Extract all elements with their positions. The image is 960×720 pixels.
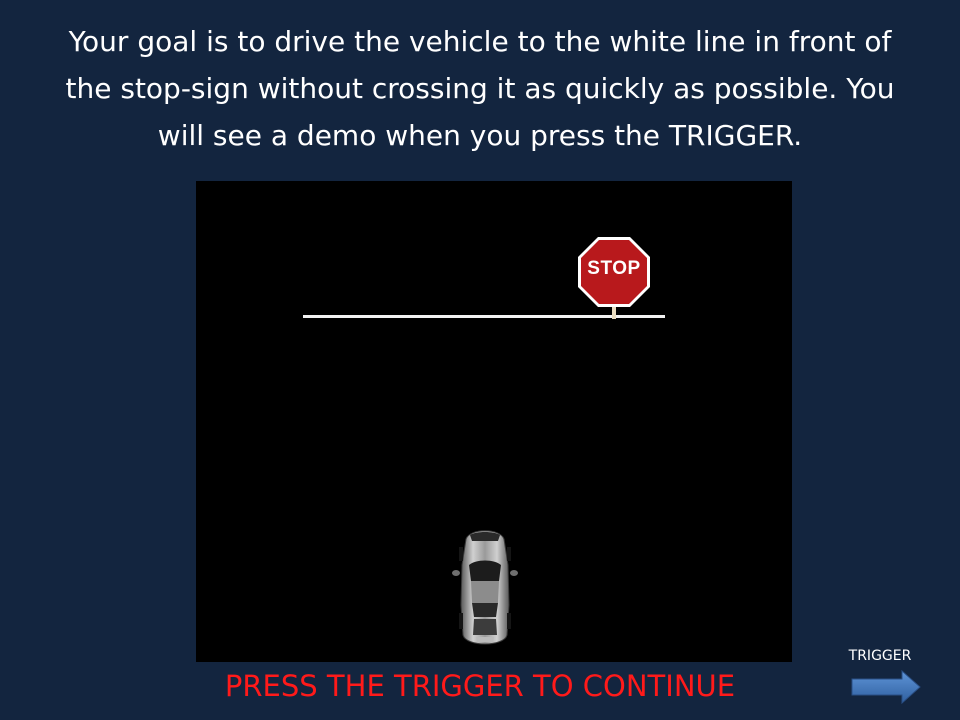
- instructions-text: Your goal is to drive the vehicle to the…: [26, 18, 934, 159]
- trigger-label: TRIGGER: [848, 648, 912, 664]
- car-icon: [452, 525, 518, 651]
- driving-scene: STOP: [196, 181, 792, 662]
- instructions-line-2: the stop-sign without crossing it as qui…: [65, 72, 895, 105]
- instructions-line-3: will see a demo when you press the TRIGG…: [157, 119, 803, 152]
- press-trigger-prompt: PRESS THE TRIGGER TO CONTINUE: [224, 669, 736, 703]
- instructions-line-1: Your goal is to drive the vehicle to the…: [68, 25, 892, 58]
- stop-sign-icon: STOP: [576, 235, 652, 319]
- slide: Your goal is to drive the vehicle to the…: [0, 0, 960, 720]
- stop-sign-label: STOP: [587, 258, 641, 279]
- right-arrow-icon[interactable]: [850, 669, 922, 705]
